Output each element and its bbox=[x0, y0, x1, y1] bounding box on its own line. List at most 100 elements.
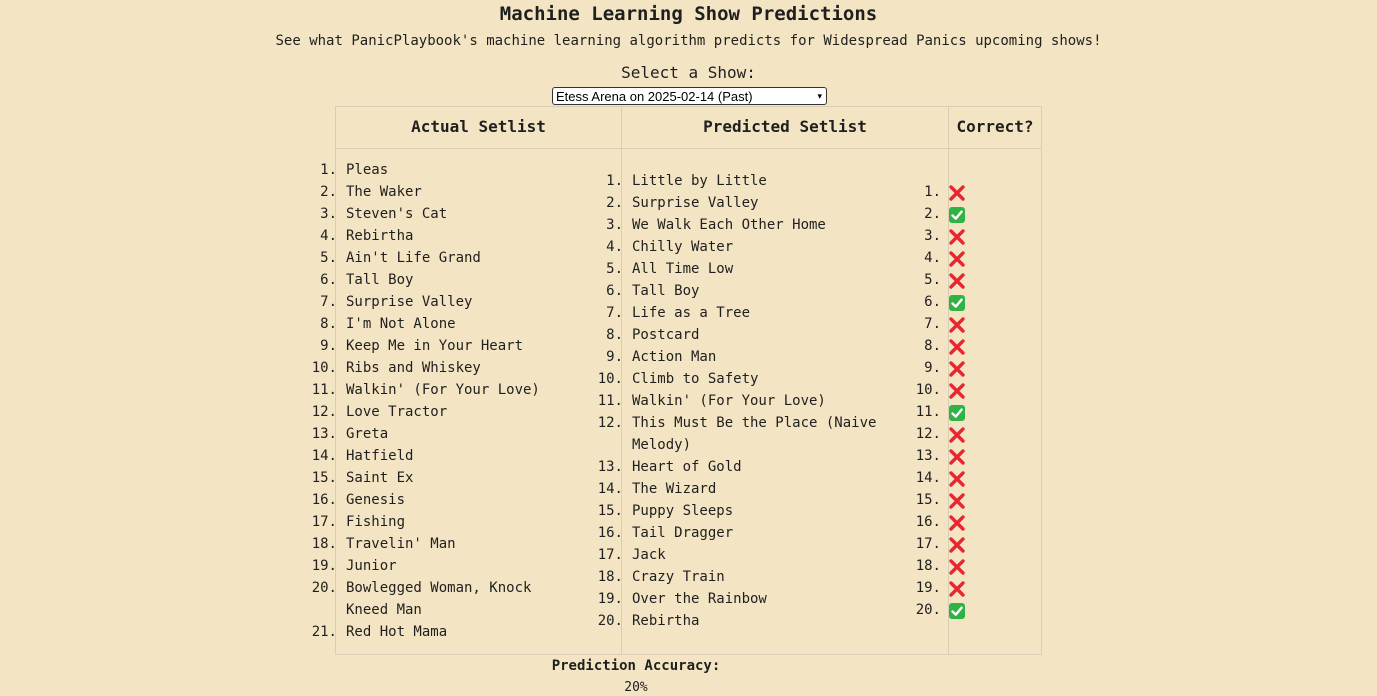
list-item: 18. Travelin' Man bbox=[301, 533, 601, 555]
song-title: The Wizard bbox=[632, 481, 717, 497]
correct-item: 6. bbox=[905, 291, 995, 313]
song-title: Ribs and Whiskey bbox=[346, 360, 481, 376]
item-number: 4. bbox=[924, 250, 941, 266]
item-number: 16. bbox=[597, 525, 623, 541]
correct-item: 5. bbox=[905, 269, 995, 291]
correct-status bbox=[948, 313, 995, 335]
correct-item: 15. bbox=[905, 489, 995, 511]
correct-item: 19. bbox=[905, 577, 995, 599]
item-number: 12. bbox=[597, 415, 623, 431]
check-box-icon bbox=[949, 603, 965, 619]
item-number: 11. bbox=[597, 393, 623, 409]
song-title: Ain't Life Grand bbox=[346, 250, 481, 266]
item-number: 11. bbox=[311, 382, 337, 398]
list-item: 4. Rebirtha bbox=[301, 225, 601, 247]
item-number: 9. bbox=[924, 360, 941, 376]
song-title: Love Tractor bbox=[346, 404, 448, 420]
correct-status bbox=[948, 511, 995, 533]
list-item: 6. Tall Boy bbox=[587, 280, 887, 302]
item-number: 20. bbox=[915, 602, 941, 618]
correct-item: 7. bbox=[905, 313, 995, 335]
item-number: 13. bbox=[597, 459, 623, 475]
correct-status bbox=[948, 247, 995, 269]
correct-status bbox=[948, 181, 995, 203]
song-title: Bowlegged Woman, Knock Kneed Man bbox=[346, 580, 532, 618]
song-title: The Waker bbox=[346, 184, 422, 200]
correct-status bbox=[948, 203, 995, 225]
cross-mark-icon bbox=[949, 361, 965, 377]
song-title: Chilly Water bbox=[632, 239, 734, 255]
header-divider bbox=[335, 148, 1042, 149]
list-item: 19. Junior bbox=[301, 555, 601, 577]
correct-status bbox=[948, 445, 995, 467]
list-item: 20. Rebirtha bbox=[587, 610, 887, 632]
correct-item: 18. bbox=[905, 555, 995, 577]
song-title: Rebirtha bbox=[346, 228, 414, 244]
header-correct: Correct? bbox=[956, 117, 1034, 136]
item-number: 10. bbox=[311, 360, 337, 376]
cross-mark-icon bbox=[949, 471, 965, 487]
item-number: 7. bbox=[320, 294, 337, 310]
item-number: 17. bbox=[915, 536, 941, 552]
show-select-dropdown[interactable]: Etess Arena on 2025-02-14 (Past) ▾ bbox=[552, 87, 827, 105]
item-number: 19. bbox=[311, 558, 337, 574]
list-item: 15. Saint Ex bbox=[301, 467, 601, 489]
correct-item: 20. bbox=[905, 599, 995, 621]
check-box-icon bbox=[949, 405, 965, 421]
page: Machine Learning Show Predictions See wh… bbox=[0, 0, 1377, 696]
list-item: 7. Life as a Tree bbox=[587, 302, 887, 324]
list-item: 5. All Time Low bbox=[587, 258, 887, 280]
item-number: 5. bbox=[924, 272, 941, 288]
list-item: 16. Tail Dragger bbox=[587, 522, 887, 544]
correct-status bbox=[948, 599, 995, 621]
list-item: 11. Walkin' (For Your Love) bbox=[587, 390, 887, 412]
item-number: 19. bbox=[597, 591, 623, 607]
item-number: 20. bbox=[597, 613, 623, 629]
list-item: 12. Love Tractor bbox=[301, 401, 601, 423]
check-box-icon bbox=[949, 295, 965, 311]
cross-mark-icon bbox=[949, 273, 965, 289]
song-title: Over the Rainbow bbox=[632, 591, 767, 607]
item-number: 18. bbox=[311, 536, 337, 552]
cross-mark-icon bbox=[949, 493, 965, 509]
song-title: Surprise Valley bbox=[632, 195, 759, 211]
song-title: I'm Not Alone bbox=[346, 316, 456, 332]
song-title: Fishing bbox=[346, 514, 406, 530]
item-number: 14. bbox=[597, 481, 623, 497]
list-item: 14. Hatfield bbox=[301, 445, 601, 467]
list-item: 3. Steven's Cat bbox=[301, 203, 601, 225]
song-title: Travelin' Man bbox=[346, 536, 456, 552]
correct-status bbox=[948, 577, 995, 599]
correct-item: 13. bbox=[905, 445, 995, 467]
item-number: 13. bbox=[915, 448, 941, 464]
item-number: 12. bbox=[311, 404, 337, 420]
list-item: 17. Fishing bbox=[301, 511, 601, 533]
song-title: Keep Me in Your Heart bbox=[346, 338, 524, 354]
song-title: Greta bbox=[346, 426, 389, 442]
item-number: 8. bbox=[924, 338, 941, 354]
cross-mark-icon bbox=[949, 229, 965, 245]
correct-item: 4. bbox=[905, 247, 995, 269]
item-number: 13. bbox=[311, 426, 337, 442]
correct-item: 3. bbox=[905, 225, 995, 247]
item-number: 5. bbox=[606, 261, 623, 277]
correct-item: 8. bbox=[905, 335, 995, 357]
song-title: Crazy Train bbox=[632, 569, 725, 585]
cross-mark-icon bbox=[949, 339, 965, 355]
song-title: Heart of Gold bbox=[632, 459, 742, 475]
song-title: Rebirtha bbox=[632, 613, 700, 629]
item-number: 3. bbox=[924, 228, 941, 244]
song-title: Surprise Valley bbox=[346, 294, 473, 310]
list-item: 8. Postcard bbox=[587, 324, 887, 346]
item-number: 2. bbox=[606, 195, 623, 211]
item-number: 6. bbox=[606, 283, 623, 299]
item-number: 9. bbox=[606, 349, 623, 365]
item-number: 15. bbox=[311, 470, 337, 486]
list-item: 3. We Walk Each Other Home bbox=[587, 214, 887, 236]
correct-item: 14. bbox=[905, 467, 995, 489]
page-subtitle: See what PanicPlaybook's machine learnin… bbox=[275, 33, 1102, 49]
song-title: Steven's Cat bbox=[346, 206, 448, 222]
item-number: 6. bbox=[924, 294, 941, 310]
list-item: 4. Chilly Water bbox=[587, 236, 887, 258]
item-number: 15. bbox=[597, 503, 623, 519]
